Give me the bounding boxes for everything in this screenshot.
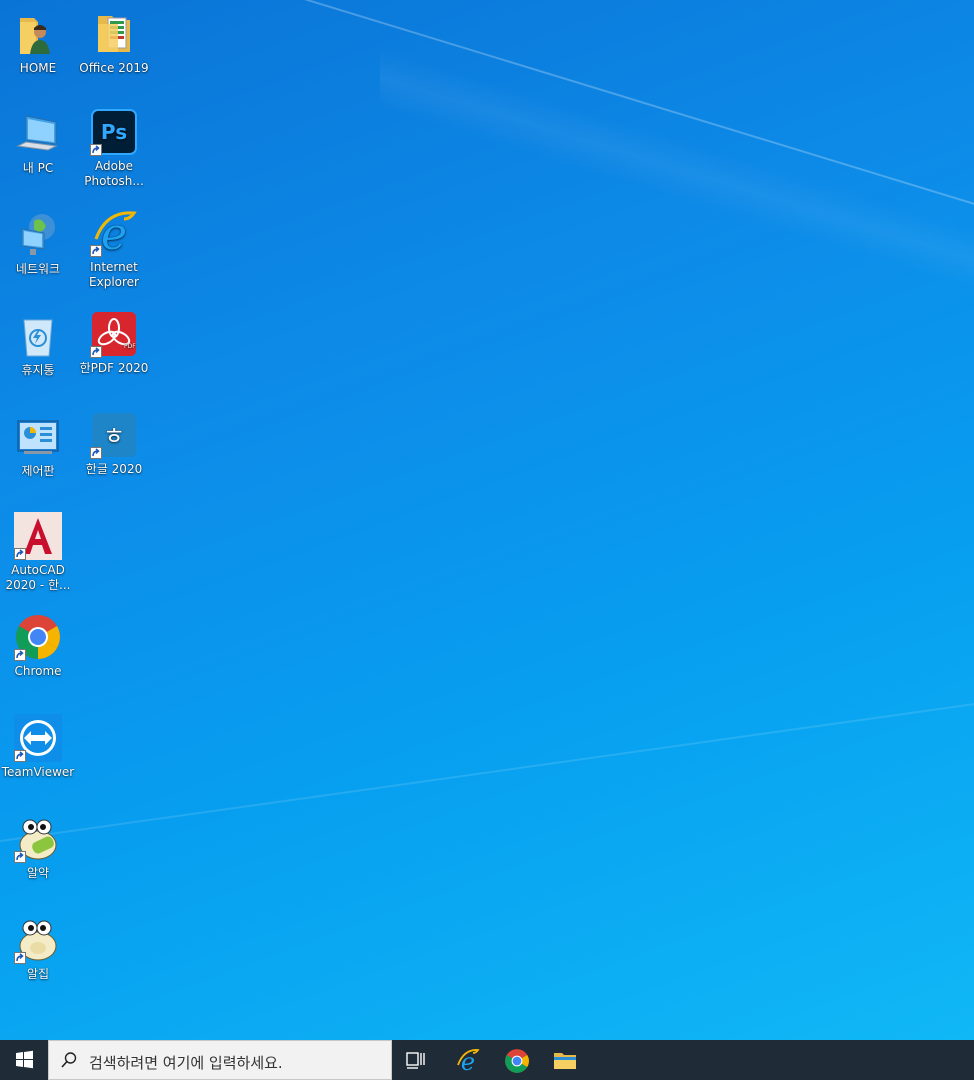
shortcut-arrow-icon bbox=[90, 245, 102, 257]
file-explorer-icon bbox=[554, 1053, 576, 1069]
desktop-icon-home[interactable]: HOME bbox=[1, 10, 75, 76]
search-input[interactable]: 검색하려면 여기에 입력하세요. bbox=[48, 1040, 392, 1080]
search-placeholder: 검색하려면 여기에 입력하세요. bbox=[89, 1054, 283, 1072]
control-panel-icon bbox=[14, 413, 62, 461]
desktop-icon-recycle-bin[interactable]: 휴지통 bbox=[1, 312, 75, 378]
taskbar: 검색하려면 여기에 입력하세요. e bbox=[0, 1040, 974, 1080]
search-icon bbox=[61, 1052, 77, 1068]
desktop-icon-hanpdf-2020[interactable]: PDF 한PDF 2020 bbox=[77, 310, 151, 376]
photoshop-icon: Ps bbox=[90, 108, 138, 156]
taskbar-internet-explorer[interactable]: e bbox=[443, 1040, 491, 1080]
desktop-icon-label: 한글 2020 bbox=[85, 462, 143, 476]
desktop-icon-label: 알집 bbox=[26, 967, 50, 981]
desktop-icon-alzip[interactable]: 알집 bbox=[1, 916, 75, 982]
windows-logo-icon bbox=[16, 1050, 33, 1069]
autocad-icon bbox=[14, 512, 62, 560]
svg-text:Ps: Ps bbox=[101, 120, 127, 144]
office-folder-icon bbox=[90, 10, 138, 58]
svg-text:PDF: PDF bbox=[124, 343, 136, 350]
start-button[interactable] bbox=[0, 1040, 48, 1080]
shortcut-arrow-icon bbox=[90, 346, 102, 358]
desktop-icon-autocad-2020[interactable]: AutoCAD 2020 - 한... bbox=[1, 512, 75, 593]
shortcut-arrow-icon bbox=[14, 750, 26, 762]
desktop-icon-label: Adobe Photosh... bbox=[84, 159, 144, 188]
shortcut-arrow-icon bbox=[14, 649, 26, 661]
desktop-icon-label: AutoCAD 2020 - 한... bbox=[5, 563, 71, 592]
task-view-icon bbox=[406, 1052, 425, 1069]
alzip-icon bbox=[14, 916, 62, 964]
computer-icon bbox=[14, 110, 62, 158]
internet-explorer-icon: e bbox=[90, 209, 138, 260]
user-folder-icon bbox=[14, 10, 62, 58]
desktop-icon-label: 제어판 bbox=[21, 464, 55, 478]
shortcut-arrow-icon bbox=[14, 851, 26, 863]
shortcut-arrow-icon bbox=[14, 548, 26, 560]
hangul-icon: ㅎ bbox=[90, 411, 138, 459]
wallpaper-light-ray bbox=[179, 0, 974, 226]
desktop-icon-alyac[interactable]: 알약 bbox=[1, 815, 75, 881]
desktop-icon-label: 휴지통 bbox=[21, 363, 55, 377]
wallpaper-light-beam bbox=[380, 20, 974, 380]
svg-text:ㅎ: ㅎ bbox=[103, 422, 125, 450]
desktop-icon-this-pc[interactable]: 내 PC bbox=[1, 110, 75, 176]
internet-explorer-icon: e bbox=[457, 1048, 480, 1074]
desktop-icon-label: Chrome bbox=[14, 664, 62, 678]
desktop: HOME Office 2019 내 PC Ps Adobe Photosh..… bbox=[0, 0, 974, 1040]
desktop-icon-adobe-photoshop[interactable]: Ps Adobe Photosh... bbox=[77, 108, 151, 189]
desktop-icon-label: 한PDF 2020 bbox=[79, 361, 149, 375]
desktop-icon-label: Internet Explorer bbox=[89, 260, 139, 289]
desktop-icon-chrome[interactable]: Chrome bbox=[1, 613, 75, 679]
desktop-icon-label: Office 2019 bbox=[79, 61, 149, 75]
desktop-icon-office-2019[interactable]: Office 2019 bbox=[77, 10, 151, 76]
taskbar-chrome[interactable] bbox=[492, 1040, 540, 1080]
shortcut-arrow-icon bbox=[14, 952, 26, 964]
desktop-icon-label: 네트워크 bbox=[15, 262, 61, 276]
desktop-icon-label: TeamViewer bbox=[1, 765, 75, 779]
chrome-icon bbox=[505, 1049, 529, 1073]
alyac-icon bbox=[14, 815, 62, 863]
task-view-button[interactable] bbox=[392, 1040, 440, 1080]
network-icon bbox=[14, 211, 62, 259]
desktop-icon-label: 알약 bbox=[26, 866, 50, 880]
teamviewer-icon bbox=[14, 714, 62, 762]
desktop-icon-network[interactable]: 네트워크 bbox=[1, 211, 75, 277]
recycle-bin-icon bbox=[14, 312, 62, 360]
taskbar-file-explorer[interactable] bbox=[541, 1040, 589, 1080]
hanpdf-icon: PDF bbox=[90, 310, 138, 358]
desktop-icon-label: HOME bbox=[19, 61, 57, 75]
desktop-icon-internet-explorer[interactable]: e Internet Explorer bbox=[77, 209, 151, 290]
desktop-icon-label: 내 PC bbox=[22, 161, 54, 175]
desktop-icon-teamviewer[interactable]: TeamViewer bbox=[1, 714, 75, 780]
desktop-icon-control-panel[interactable]: 제어판 bbox=[1, 413, 75, 479]
shortcut-arrow-icon bbox=[90, 144, 102, 156]
desktop-icon-hangul-2020[interactable]: ㅎ 한글 2020 bbox=[77, 411, 151, 477]
wallpaper-light-ray bbox=[0, 686, 974, 842]
shortcut-arrow-icon bbox=[90, 447, 102, 459]
chrome-icon bbox=[14, 613, 62, 661]
